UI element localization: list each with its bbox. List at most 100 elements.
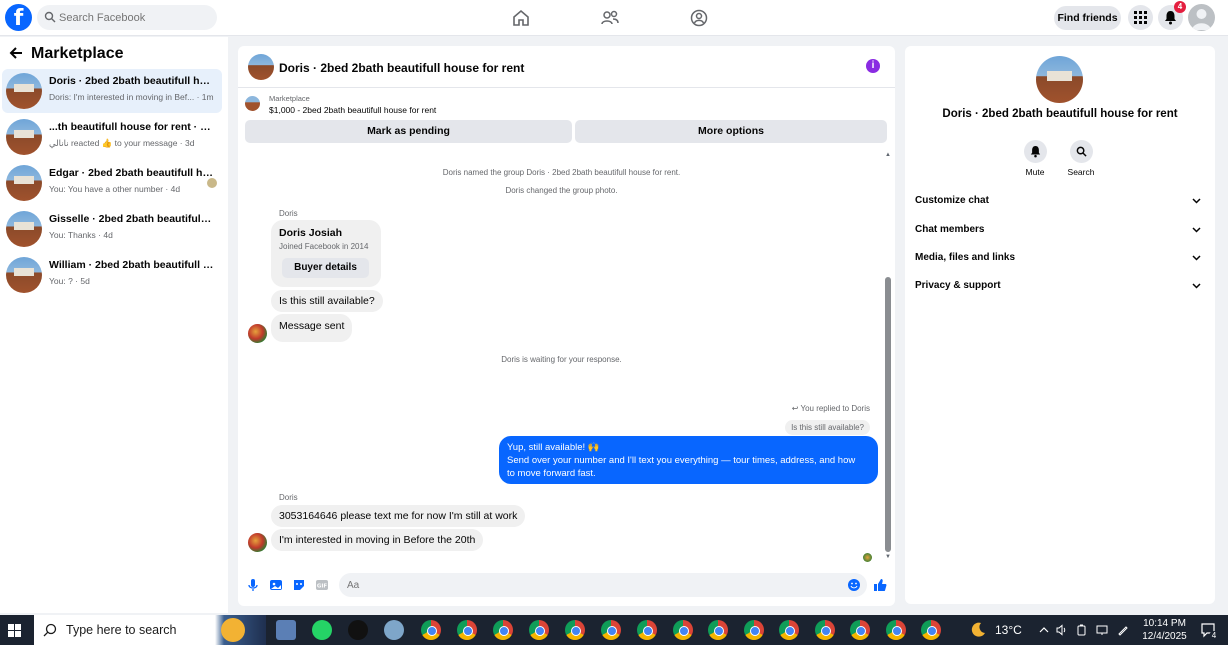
chrome-app-icon[interactable]: [921, 620, 941, 640]
home-icon[interactable]: [511, 8, 531, 28]
pen-icon[interactable]: [1117, 624, 1129, 636]
chrome-app-icon[interactable]: [708, 620, 728, 640]
scroll-down-arrow-icon[interactable]: ▼: [885, 554, 891, 560]
sender-avatar[interactable]: [248, 533, 267, 552]
battery-icon[interactable]: [1076, 624, 1088, 636]
message-bubble[interactable]: Message sent: [271, 314, 353, 342]
message-bubble[interactable]: Is this still available?: [271, 290, 383, 312]
chrome-app-icon[interactable]: [457, 620, 477, 640]
chrome-app-icon[interactable]: [493, 620, 513, 640]
emoji-icon[interactable]: [847, 578, 861, 592]
search-label: Search: [1067, 167, 1095, 177]
quoted-message[interactable]: Is this still available?: [785, 420, 870, 435]
search-box[interactable]: [37, 5, 217, 30]
windows-taskbar: Type here to search 13°C 10:14 PM 12/4/2…: [0, 615, 1228, 645]
marketplace-label: Marketplace: [269, 94, 310, 103]
chat-title[interactable]: Doris · 2bed 2bath beautifull house for …: [279, 61, 524, 75]
notification-count-badge: 4: [1174, 1, 1186, 13]
gif-icon[interactable]: GIF: [315, 578, 329, 592]
chrome-app-icon[interactable]: [601, 620, 621, 640]
search-action[interactable]: Search: [1061, 140, 1101, 177]
chrome-app-icon[interactable]: [815, 620, 835, 640]
upwork-app-icon[interactable]: [348, 620, 368, 640]
taskbar-search-text: Type here to search: [66, 623, 177, 637]
facebook-logo-icon[interactable]: f: [5, 4, 32, 31]
conversation-item[interactable]: Doris · 2bed 2bath beautifull hous... Do…: [2, 69, 222, 113]
like-icon[interactable]: [873, 578, 887, 592]
menu-button[interactable]: [1128, 5, 1153, 30]
info-icon[interactable]: i: [866, 59, 880, 73]
conversation-item[interactable]: ...th beautifull house for rent · نانالي…: [2, 115, 222, 159]
outgoing-message-bubble[interactable]: Yup, still available! 🙌 Send over your n…: [499, 436, 878, 484]
conversation-snippet: You: ? · 5d: [49, 276, 90, 286]
whatsapp-app-icon[interactable]: [312, 620, 332, 640]
buyer-details-button[interactable]: Buyer details: [282, 258, 369, 278]
reply-indicator: ↩ You replied to Doris: [792, 404, 870, 413]
mute-action[interactable]: Mute: [1015, 140, 1055, 177]
pinned-app-icon[interactable]: [384, 620, 404, 640]
network-icon[interactable]: [1096, 624, 1108, 636]
speaker-icon[interactable]: [1056, 624, 1068, 636]
windows-start-icon[interactable]: [8, 624, 21, 637]
conversation-item[interactable]: William · 2bed 2bath beautifull ho... Yo…: [2, 253, 222, 297]
chat-scrollbar[interactable]: ▲ ▼: [885, 152, 891, 562]
find-friends-button[interactable]: Find friends: [1054, 6, 1121, 30]
mark-as-pending-button[interactable]: Mark as pending: [245, 120, 572, 143]
conversation-item[interactable]: Gisselle · 2bed 2bath beautifull ho... Y…: [2, 207, 222, 251]
buyer-joined: Joined Facebook in 2014: [279, 242, 369, 251]
media-files-links-section[interactable]: Media, files and links: [915, 248, 1205, 268]
friends-icon[interactable]: [600, 8, 620, 28]
customize-chat-section[interactable]: Customize chat: [915, 191, 1205, 211]
photo-icon[interactable]: [269, 578, 283, 592]
weather-moon-icon[interactable]: [970, 621, 987, 638]
calculator-app-icon[interactable]: [276, 620, 296, 640]
scroll-up-arrow-icon[interactable]: ▲: [885, 152, 891, 158]
taskbar-search-box[interactable]: Type here to search: [34, 615, 266, 645]
chrome-app-icon[interactable]: [850, 620, 870, 640]
sidebar-title: Marketplace: [31, 45, 124, 62]
action-center-count: 4: [1209, 631, 1219, 641]
conversation-avatar: [6, 165, 42, 201]
account-avatar[interactable]: [1188, 4, 1215, 31]
reply-label: You replied to Doris: [800, 404, 870, 413]
sticker-icon[interactable]: [292, 578, 306, 592]
scrollbar-thumb[interactable]: [885, 277, 891, 552]
system-message: Doris named the group Doris · 2bed 2bath…: [442, 168, 681, 177]
buyer-card: Doris Josiah Joined Facebook in 2014 Buy…: [271, 220, 381, 287]
chat-members-section[interactable]: Chat members: [915, 220, 1205, 240]
message-input[interactable]: [339, 573, 867, 597]
chrome-app-icon[interactable]: [779, 620, 799, 640]
conversation-snippet: Doris: I'm interested in moving in Bef..…: [49, 92, 214, 102]
sender-avatar[interactable]: [248, 324, 267, 343]
chrome-app-icon[interactable]: [744, 620, 764, 640]
conversation-name: Edgar · 2bed 2bath beautifull ho...: [49, 167, 214, 179]
chevron-down-icon: [1192, 283, 1201, 289]
message-line: Send over your number and I'll text you …: [507, 455, 856, 466]
chrome-app-icon[interactable]: [529, 620, 549, 640]
section-label: Media, files and links: [915, 252, 1016, 263]
back-arrow-icon[interactable]: [9, 46, 23, 60]
groups-icon[interactable]: [689, 8, 709, 28]
clock[interactable]: 10:14 PM 12/4/2025: [1137, 617, 1192, 643]
chevron-down-icon: [1192, 227, 1201, 233]
privacy-support-section[interactable]: Privacy & support: [915, 276, 1205, 296]
chevron-up-icon[interactable]: [1038, 624, 1050, 636]
search-input[interactable]: [59, 8, 209, 27]
chrome-app-icon[interactable]: [637, 620, 657, 640]
message-bubble[interactable]: I'm interested in moving in Before the 2…: [271, 529, 484, 551]
chrome-app-icon[interactable]: [421, 620, 441, 640]
conversation-item[interactable]: Edgar · 2bed 2bath beautifull ho... You:…: [2, 161, 222, 205]
conversation-name: Gisselle · 2bed 2bath beautifull ho...: [49, 213, 214, 225]
message-line: to move forward fast.: [507, 468, 596, 479]
chat-avatar[interactable]: [248, 54, 274, 80]
chrome-app-icon[interactable]: [673, 620, 693, 640]
chrome-app-icon[interactable]: [565, 620, 585, 640]
more-options-button[interactable]: More options: [575, 120, 887, 143]
message-bubble[interactable]: 3053164646 please text me for now I'm st…: [271, 505, 526, 527]
microphone-icon[interactable]: [246, 578, 260, 592]
listing-thumbnail: [245, 96, 260, 111]
chrome-app-icon[interactable]: [886, 620, 906, 640]
top-navigation-bar: f Find friends 4: [0, 0, 1228, 36]
chat-group-avatar[interactable]: [1036, 56, 1083, 103]
temperature[interactable]: 13°C: [995, 623, 1022, 637]
